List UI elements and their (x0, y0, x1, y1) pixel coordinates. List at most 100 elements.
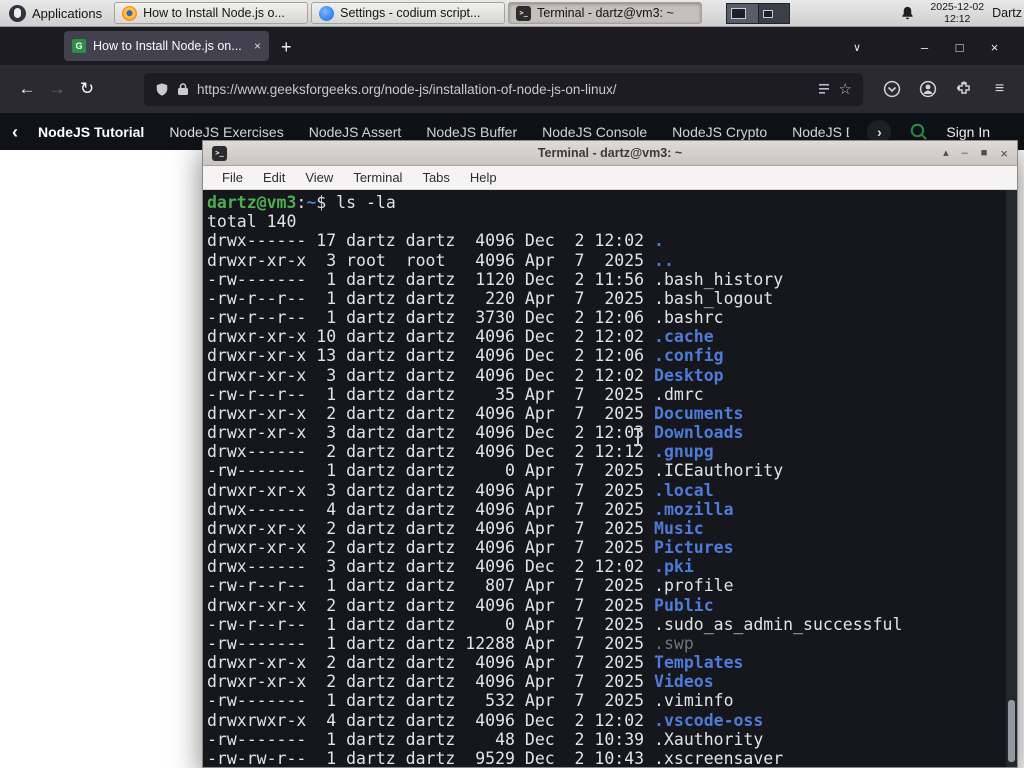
terminal-row: -rw------- 1 dartz dartz 1120 Dec 2 11:5… (207, 269, 784, 289)
workspace-pager[interactable] (726, 2, 791, 24)
file-name: .mozilla (654, 499, 734, 519)
file-name: .viminfo (654, 691, 734, 711)
mini-window (731, 7, 747, 19)
file-name: .dmrc (654, 384, 704, 404)
extensions-puzzle-icon[interactable] (953, 79, 974, 100)
taskbar-item-codium[interactable]: Settings - codium script... (311, 2, 506, 24)
terminal-row: drwxr-xr-x 3 dartz dartz 4096 Dec 2 12:0… (207, 365, 724, 385)
new-tab-button[interactable]: + (281, 38, 292, 56)
terminal-close-icon[interactable]: × (1000, 147, 1008, 160)
terminal-row: drwxr-xr-x 2 dartz dartz 4096 Apr 7 2025… (207, 403, 744, 423)
file-name: Downloads (654, 423, 744, 443)
terminal-row: drwxr-xr-x 3 root root 4096 Apr 7 2025 .… (207, 250, 674, 270)
taskbar-item-label: Terminal - dartz@vm3: ~ (537, 6, 674, 20)
taskbar-item-terminal[interactable]: >_ Terminal - dartz@vm3: ~ (508, 2, 703, 24)
taskbar-item-label: Settings - codium script... (340, 6, 481, 20)
back-button[interactable]: ← (12, 74, 42, 104)
gfg-nav-item-buffer[interactable]: NodeJS Buffer (426, 124, 517, 140)
terminal-row: drwxr-xr-x 13 dartz dartz 4096 Dec 2 12:… (207, 346, 724, 366)
list-all-tabs-icon[interactable]: ∨ (835, 41, 879, 54)
tracking-shield-icon[interactable] (155, 82, 169, 97)
file-name: Public (654, 595, 714, 615)
file-name: .bashrc (654, 308, 724, 328)
file-name: .Xauthority (654, 729, 764, 749)
gfg-nav-item-tutorial[interactable]: NodeJS Tutorial (38, 124, 144, 140)
window-minimize-icon[interactable]: – (907, 40, 942, 55)
window-maximize-icon[interactable]: □ (942, 40, 977, 55)
gfg-nav-item-console[interactable]: NodeJS Console (542, 124, 647, 140)
gfg-nav-item-dns[interactable]: NodeJS DNS (792, 124, 849, 140)
terminal-minimize-icon[interactable]: – (962, 147, 968, 159)
terminal-window-title: Terminal - dartz@vm3: ~ (537, 146, 683, 160)
reload-button[interactable]: ↻ (72, 74, 102, 104)
terminal-titlebar[interactable]: >_ Terminal - dartz@vm3: ~ ▴ – ■ × (203, 141, 1017, 166)
terminal-prompt-line: dartz@vm3:~$ ls -la (207, 193, 396, 212)
panel-user-label[interactable]: Dartz (992, 6, 1022, 20)
terminal-shade-icon[interactable]: ▴ (943, 147, 949, 159)
terminal-row: drwxr-xr-x 2 dartz dartz 4096 Apr 7 2025… (207, 595, 714, 615)
window-close-icon[interactable]: × (977, 40, 1012, 55)
file-name: .local (654, 480, 714, 500)
terminal-scrollbar[interactable] (1006, 190, 1017, 767)
terminal-row: drwxr-xr-x 2 dartz dartz 4096 Apr 7 2025… (207, 653, 744, 673)
terminal-row: drwx------ 4 dartz dartz 4096 Apr 7 2025… (207, 499, 734, 519)
file-name: .. (654, 250, 674, 270)
sign-in-button[interactable]: Sign In (946, 124, 1012, 140)
scrollbar-thumb[interactable] (1008, 700, 1015, 762)
file-name: .vscode-oss (654, 710, 764, 730)
browser-tab[interactable]: G How to Install Node.js on... × (64, 31, 269, 61)
terminal-row: -rw------- 1 dartz dartz 0 Apr 7 2025 .I… (207, 461, 784, 481)
applications-label: Applications (32, 5, 103, 21)
file-name: Documents (654, 403, 744, 423)
nav-scroll-left-icon[interactable]: ‹ (12, 123, 18, 141)
terminal-row: -rw-r--r-- 1 dartz dartz 220 Apr 7 2025 … (207, 288, 774, 308)
bookmark-star-icon[interactable]: ☆ (839, 80, 852, 98)
prompt-command: ls -la (336, 193, 396, 212)
terminal-row: -rw-r--r-- 1 dartz dartz 0 Apr 7 2025 .s… (207, 614, 903, 634)
menu-help[interactable]: Help (460, 170, 507, 185)
file-name: Templates (654, 653, 744, 673)
prompt-user-host: dartz@vm3 (207, 193, 297, 212)
menu-edit[interactable]: Edit (253, 170, 295, 185)
hamburger-menu-icon[interactable]: ≡ (989, 79, 1010, 100)
file-name: .profile (654, 576, 734, 596)
file-name: Pictures (654, 538, 734, 558)
terminal-icon: >_ (516, 5, 532, 21)
terminal-screen[interactable]: dartz@vm3:~$ ls -la total 140 drwx------… (203, 190, 1017, 767)
notification-bell-icon[interactable] (893, 5, 922, 21)
codium-settings-icon (319, 5, 335, 21)
gfg-nav-item-assert[interactable]: NodeJS Assert (309, 124, 402, 140)
terminal-row: drwx------ 17 dartz dartz 4096 Dec 2 12:… (207, 231, 664, 251)
menu-tabs[interactable]: Tabs (412, 170, 459, 185)
taskbar-item-label: How to Install Node.js o... (143, 6, 285, 20)
applications-menu[interactable]: Applications (0, 0, 111, 26)
workspace-2[interactable] (757, 3, 790, 23)
terminal-maximize-icon[interactable]: ■ (981, 147, 988, 159)
file-name: Desktop (654, 365, 724, 385)
menu-file[interactable]: File (212, 170, 253, 185)
taskbar-item-firefox[interactable]: How to Install Node.js o... (114, 2, 309, 24)
workspace-1[interactable] (727, 3, 758, 23)
gfg-nav-item-crypto[interactable]: NodeJS Crypto (672, 124, 767, 140)
url-text[interactable]: https://www.geeksforgeeks.org/node-js/in… (197, 82, 809, 97)
terminal-row: drwxr-xr-x 2 dartz dartz 4096 Apr 7 2025… (207, 538, 734, 558)
tab-close-icon[interactable]: × (254, 39, 261, 53)
pocket-icon[interactable] (881, 79, 902, 100)
terminal-row: drwx------ 2 dartz dartz 4096 Dec 2 12:1… (207, 442, 714, 462)
tab-title: How to Install Node.js on... (93, 39, 242, 53)
account-icon[interactable] (917, 79, 938, 100)
terminal-window-icon: >_ (212, 145, 227, 161)
url-bar[interactable]: https://www.geeksforgeeks.org/node-js/in… (144, 72, 863, 106)
search-icon[interactable] (909, 122, 928, 141)
file-name: .swp (654, 633, 694, 653)
reader-mode-icon[interactable] (817, 82, 831, 96)
terminal-total-line: total 140 (207, 212, 297, 232)
forward-button[interactable]: → (42, 74, 72, 104)
terminal-window: >_ Terminal - dartz@vm3: ~ ▴ – ■ × File … (202, 140, 1018, 768)
panel-clock[interactable]: 2025-12-02 12:12 (930, 1, 984, 25)
menu-view[interactable]: View (295, 170, 343, 185)
gfg-nav-items: NodeJS Tutorial NodeJS Exercises NodeJS … (38, 124, 849, 140)
menu-terminal[interactable]: Terminal (343, 170, 412, 185)
padlock-icon[interactable] (177, 82, 189, 96)
gfg-nav-item-exercises[interactable]: NodeJS Exercises (169, 124, 283, 140)
